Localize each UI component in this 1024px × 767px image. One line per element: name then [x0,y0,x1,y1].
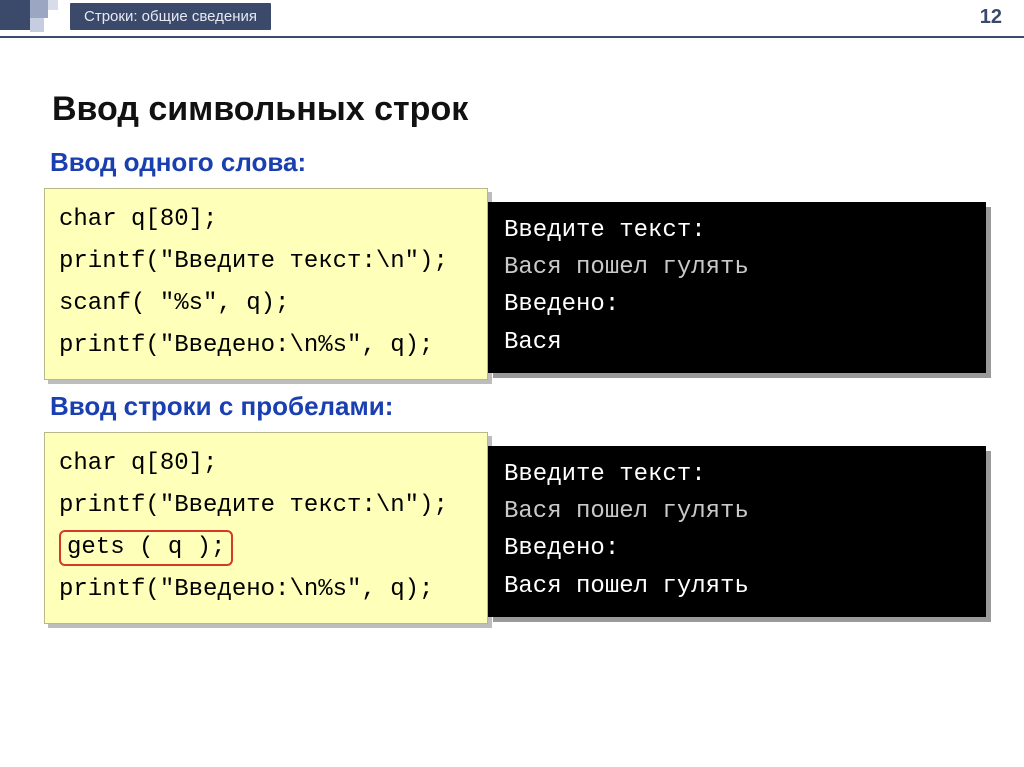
term1-l1: Введите текст: [504,212,970,249]
term1-l2: Вася пошел гулять [504,249,970,286]
code1-l1: char q[80]; [59,206,217,233]
term2-l4: Вася пошел гулять [504,568,970,605]
term1-l3: Введено: [504,286,970,323]
term1-l4: Вася [504,324,970,361]
header-rule [0,36,1024,38]
terminal-box-2: Введите текст: Вася пошел гулять Введено… [488,446,986,617]
code1-l3: scanf( "%s", q); [59,290,289,317]
code-box-2: char q[80]; printf("Введите текст:\n"); … [44,432,488,624]
code2-l4: printf("Введено:\n%s", q); [59,576,433,603]
term2-l1: Введите текст: [504,456,970,493]
term2-l3: Введено: [504,530,970,567]
breadcrumb: Строки: общие сведения [70,3,271,30]
page-number: 12 [980,6,1002,29]
slide-content: Ввод символьных строк Ввод одного слова:… [0,36,1024,632]
section2-heading: Ввод строки с пробелами: [50,391,996,422]
code1-l4: printf("Введено:\n%s", q); [59,332,433,359]
section1-heading: Ввод одного слова: [50,147,996,178]
code1-l2: printf("Введите текст:\n"); [59,248,448,275]
term2-l2: Вася пошел гулять [504,493,970,530]
code-box-1: char q[80]; printf("Введите текст:\n"); … [44,188,488,380]
section2-pair: char q[80]; printf("Введите текст:\n"); … [44,432,996,632]
section1-pair: char q[80]; printf("Введите текст:\n"); … [44,188,996,373]
corner-decoration [0,0,72,36]
code2-l3-highlight: gets ( q ); [59,530,233,566]
page-title: Ввод символьных строк [52,90,996,129]
terminal-box-1: Введите текст: Вася пошел гулять Введено… [488,202,986,373]
code2-l2: printf("Введите текст:\n"); [59,492,448,519]
code2-l1: char q[80]; [59,450,217,477]
slide-header: Строки: общие сведения 12 [0,0,1024,36]
